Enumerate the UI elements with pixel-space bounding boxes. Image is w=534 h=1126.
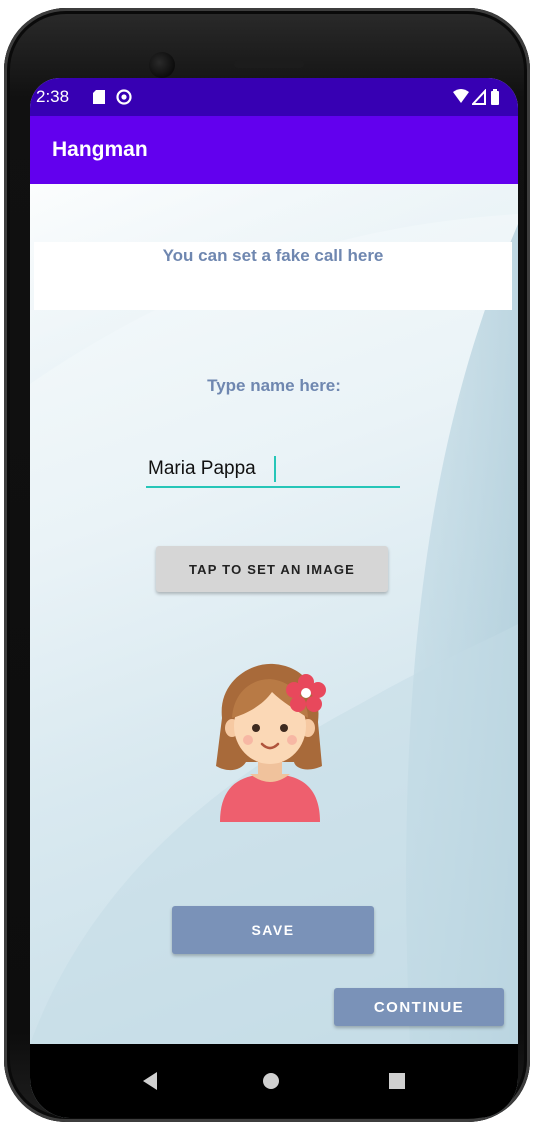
app-bar: Hangman bbox=[30, 116, 518, 184]
fake-call-banner: You can set a fake call here bbox=[34, 242, 512, 310]
back-icon[interactable] bbox=[136, 1066, 166, 1096]
status-bar: 2:38 bbox=[30, 78, 518, 116]
status-time: 2:38 bbox=[36, 87, 70, 106]
camera-icon bbox=[149, 52, 175, 78]
main-content: You can set a fake call here Type name h… bbox=[30, 184, 518, 1044]
name-input[interactable] bbox=[146, 452, 400, 488]
save-button[interactable]: SAVE bbox=[172, 906, 374, 954]
set-image-button[interactable]: TAP TO SET AN IMAGE bbox=[156, 546, 388, 592]
banner-text: You can set a fake call here bbox=[162, 246, 384, 265]
app-title: Hangman bbox=[52, 138, 148, 161]
name-label: Type name here: bbox=[207, 376, 341, 395]
wifi-icon bbox=[452, 89, 470, 105]
signal-icon bbox=[470, 88, 486, 105]
screen: 2:38 Hangman You can set a fake call her… bbox=[30, 78, 518, 1118]
notification-icon bbox=[116, 89, 132, 105]
girl-avatar-icon bbox=[216, 663, 326, 822]
home-icon[interactable] bbox=[256, 1066, 286, 1096]
recents-icon[interactable] bbox=[382, 1066, 412, 1096]
continue-button[interactable]: CONTINUE bbox=[334, 988, 504, 1026]
speaker-grille bbox=[234, 60, 304, 68]
sd-card-icon bbox=[92, 89, 106, 105]
battery-icon bbox=[490, 89, 500, 105]
avatar-image[interactable] bbox=[210, 662, 330, 822]
text-cursor bbox=[274, 456, 276, 482]
navigation-bar bbox=[30, 1044, 518, 1118]
